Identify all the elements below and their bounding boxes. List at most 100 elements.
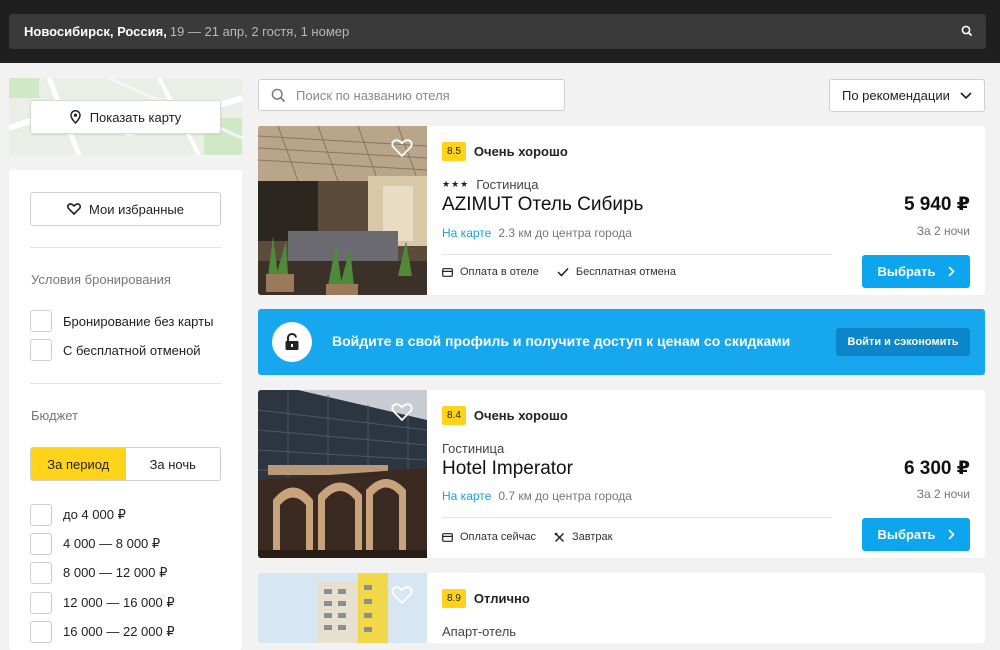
hotel-rating: 8.9 Отлично — [442, 589, 530, 608]
hotel-photo[interactable] — [258, 573, 427, 643]
hotel-rating: 8.5 Очень хорошо — [442, 142, 568, 161]
choose-label: Выбрать — [877, 527, 936, 542]
divider — [442, 254, 832, 255]
hotel-rating: 8.4 Очень хорошо — [442, 406, 568, 425]
amenity: Завтрак — [554, 531, 612, 543]
hotel-stars: ★★★ — [442, 179, 470, 189]
cutlery-icon — [554, 532, 565, 542]
hotel-name-search[interactable] — [258, 79, 565, 111]
on-map-link[interactable]: На карте — [442, 226, 491, 240]
sort-value: По рекомендации — [842, 88, 950, 103]
credit-card-icon — [442, 532, 453, 542]
checkbox[interactable] — [30, 592, 52, 614]
map-pin-icon — [69, 110, 81, 124]
budget-range-2[interactable]: 4 000 — 8 000 ₽ — [30, 533, 160, 555]
checkbox-label: 16 000 — 22 000 ₽ — [63, 624, 175, 639]
checkbox-label: 12 000 — 16 000 ₽ — [63, 595, 175, 610]
checkbox[interactable] — [30, 504, 52, 526]
checkmark-icon — [557, 267, 569, 277]
checkbox-label: Бронирование без карты — [63, 313, 214, 329]
amenity-label: Оплата сейчас — [460, 531, 537, 543]
chevron-right-icon — [947, 529, 955, 540]
favorite-heart-icon[interactable] — [391, 585, 413, 605]
hotel-card[interactable]: 8.9 Отлично Апарт-отель — [258, 573, 985, 643]
search-city: Новосибирск, Россия, — [24, 24, 167, 39]
divider — [442, 517, 832, 518]
amenity-label: Бесплатная отмена — [575, 266, 676, 278]
on-map-link[interactable]: На карте — [442, 489, 491, 503]
rating-label: Очень хорошо — [473, 408, 568, 423]
search-details: 19 — 21 апр, 2 гостя, 1 номер — [169, 24, 350, 39]
budget-range-3[interactable]: 8 000 — 12 000 ₽ — [30, 562, 167, 584]
hotel-category: Гостиница — [442, 441, 504, 456]
unlock-icon — [285, 333, 299, 350]
toggle-per-period[interactable]: За период — [31, 448, 126, 480]
budget-range-4[interactable]: 12 000 — 16 000 ₽ — [30, 592, 175, 614]
divider — [30, 383, 221, 384]
checkbox[interactable] — [30, 562, 52, 584]
choose-button[interactable]: Выбрать — [862, 518, 970, 551]
sort-select[interactable]: По рекомендации — [829, 79, 985, 112]
checkbox-label: 4 000 — 8 000 ₽ — [63, 536, 161, 551]
booking-conditions-title: Условия бронирования — [31, 272, 171, 287]
hotel-card[interactable]: 8.5 Очень хорошо ★★★ Гостиница AZIMUT От… — [258, 126, 985, 295]
hotel-distance: 2.3 км до центра города — [498, 226, 632, 240]
filter-free-cancel[interactable]: С бесплатной отменой — [30, 339, 201, 361]
amenity-label: Оплата в отеле — [460, 266, 539, 278]
favorite-heart-icon[interactable] — [391, 402, 413, 422]
hotel-price: 5 940 ₽ — [903, 194, 970, 215]
heart-icon — [67, 203, 81, 215]
hotel-price: 6 300 ₽ — [903, 458, 970, 479]
favorites-button[interactable]: Мои избранные — [30, 192, 221, 226]
filters-panel: Мои избранные Условия бронирования Брони… — [9, 170, 242, 650]
map-preview[interactable]: Показать карту — [9, 78, 242, 155]
favorite-heart-icon[interactable] — [391, 138, 413, 158]
rating-score: 8.4 — [442, 406, 466, 425]
choose-label: Выбрать — [877, 264, 936, 279]
divider — [30, 247, 221, 248]
login-promo-banner: Войдите в свой профиль и получите доступ… — [258, 309, 985, 375]
hotel-name[interactable]: AZIMUT Отель Сибирь — [442, 194, 643, 216]
price-nights: За 2 ночи — [916, 487, 970, 501]
amenity: Оплата сейчас — [442, 531, 536, 543]
lock-icon-badge — [272, 322, 312, 362]
hotel-location: На карте 2.3 км до центра города — [442, 226, 632, 240]
show-map-label: Показать карту — [89, 109, 182, 125]
choose-button[interactable]: Выбрать — [862, 255, 970, 288]
destination-search-bar[interactable]: Новосибирск, Россия, 19 — 21 апр, 2 гост… — [9, 14, 986, 49]
amenity: Бесплатная отмена — [557, 266, 676, 278]
checkbox-label: С бесплатной отменой — [63, 342, 201, 358]
rating-score: 8.5 — [442, 142, 466, 161]
hotel-card[interactable]: 8.4 Очень хорошо Гостиница Hotel Imperat… — [258, 390, 985, 558]
budget-range-1[interactable]: до 4 000 ₽ — [30, 504, 126, 526]
promo-text: Войдите в свой профиль и получите доступ… — [332, 333, 791, 349]
search-icon — [271, 88, 286, 102]
hotel-search-input[interactable] — [296, 87, 546, 103]
budget-toggle[interactable]: За период За ночь — [30, 447, 221, 481]
chevron-down-icon — [960, 92, 972, 100]
toggle-per-night[interactable]: За ночь — [126, 448, 221, 480]
filter-no-card[interactable]: Бронирование без карты — [30, 310, 213, 332]
search-icon[interactable] — [960, 24, 974, 38]
top-bar: Новосибирск, Россия, 19 — 21 апр, 2 гост… — [0, 0, 1000, 63]
hotel-type: Апарт-отель — [442, 624, 517, 639]
checkbox-label: до 4 000 ₽ — [63, 507, 126, 522]
hotel-distance: 0.7 км до центра города — [498, 489, 632, 503]
checkbox[interactable] — [30, 310, 52, 332]
hotel-name[interactable]: Hotel Imperator — [442, 458, 573, 480]
checkbox[interactable] — [30, 533, 52, 555]
favorites-label: Мои избранные — [89, 201, 184, 217]
rating-score: 8.9 — [442, 589, 466, 608]
checkbox[interactable] — [30, 339, 52, 361]
hotel-type: Гостиница — [442, 441, 505, 456]
checkbox[interactable] — [30, 621, 52, 643]
amenity: Оплата в отеле — [442, 266, 539, 278]
show-map-button[interactable]: Показать карту — [30, 100, 221, 134]
hotel-category: ★★★ Гостиница — [442, 177, 538, 192]
credit-card-icon — [442, 267, 453, 277]
chevron-right-icon — [947, 266, 955, 277]
hotel-amenities: Оплата в отеле Бесплатная отмена — [442, 266, 694, 278]
hotel-type: Гостиница — [476, 177, 539, 192]
budget-range-5[interactable]: 16 000 — 22 000 ₽ — [30, 621, 175, 643]
login-save-button[interactable]: Войти и сэкономить — [836, 328, 970, 356]
